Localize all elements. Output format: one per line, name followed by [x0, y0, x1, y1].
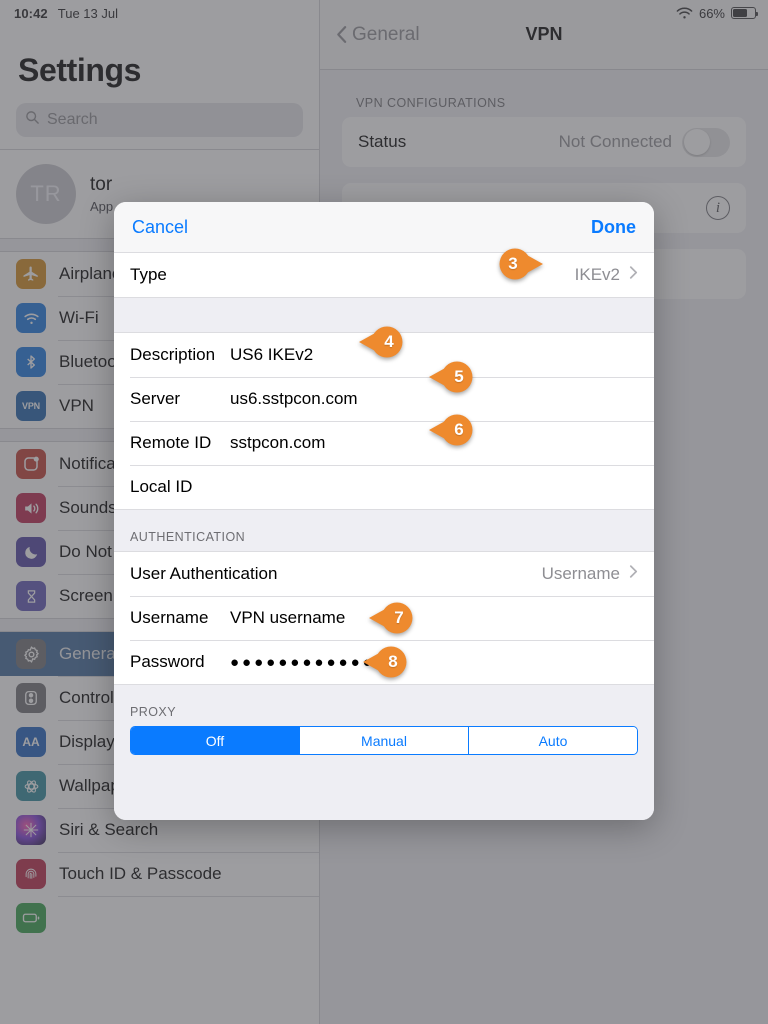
callout-arrow-left: [429, 361, 473, 393]
callout-number: 3: [508, 254, 518, 273]
proxy-option-auto[interactable]: Auto: [468, 727, 637, 754]
proxy-segmented-wrap: Off Manual Auto: [114, 726, 654, 755]
server-row[interactable]: Server us6.sstpcon.com: [114, 377, 654, 421]
username-label: Username: [130, 608, 209, 627]
modal-header: Cancel Done: [114, 202, 654, 252]
description-value[interactable]: US6 IKEv2: [230, 345, 313, 365]
local-id-label: Local ID: [130, 477, 193, 496]
callout-arrow-left: [429, 414, 473, 446]
chevron-right-icon: [629, 564, 638, 584]
proxy-option-manual[interactable]: Manual: [299, 727, 468, 754]
remote-id-value[interactable]: sstpcon.com: [230, 433, 325, 453]
proxy-header: PROXY: [114, 685, 654, 726]
callout-arrow-left: [359, 326, 403, 358]
proxy-option-off[interactable]: Off: [131, 727, 299, 754]
callout-badge-6: 6: [428, 413, 474, 447]
callout-badge-7: 7: [368, 601, 414, 635]
user-authentication-row[interactable]: User Authentication Username: [114, 552, 654, 596]
callout-number: 4: [384, 332, 394, 351]
callout-arrow-left: [363, 646, 407, 678]
proxy-segmented-control: Off Manual Auto: [130, 726, 638, 755]
callout-arrow-right: [499, 248, 543, 280]
username-value[interactable]: VPN username: [230, 608, 345, 628]
cancel-button[interactable]: Cancel: [132, 217, 188, 238]
type-right: IKEv2: [575, 265, 638, 285]
remote-id-label: Remote ID: [130, 433, 212, 452]
callout-badge-4: 4: [358, 325, 404, 359]
type-row[interactable]: Type IKEv2: [114, 253, 654, 297]
local-id-row[interactable]: Local ID: [114, 465, 654, 509]
chevron-right-icon: [629, 265, 638, 285]
server-label: Server: [130, 389, 181, 408]
callout-number: 6: [454, 420, 464, 439]
type-label: Type: [130, 265, 167, 284]
password-label: Password: [130, 652, 205, 671]
callout-number: 8: [388, 652, 398, 671]
server-value[interactable]: us6.sstpcon.com: [230, 389, 358, 409]
type-section: Type IKEv2: [114, 252, 654, 298]
vpn-edit-modal: Cancel Done Type IKEv2 Description US6 I…: [114, 202, 654, 820]
type-value: IKEv2: [574, 265, 620, 284]
user-authentication-value: Username: [541, 564, 620, 583]
description-label: Description: [130, 345, 216, 364]
callout-badge-3: 3: [498, 247, 544, 281]
callout-arrow-left: [369, 602, 413, 634]
callout-number: 7: [394, 608, 404, 627]
callout-number: 5: [454, 367, 464, 386]
callout-badge-5: 5: [428, 360, 474, 394]
remote-id-row[interactable]: Remote ID sstpcon.com: [114, 421, 654, 465]
user-authentication-right: Username: [542, 564, 638, 584]
callout-badge-8: 8: [362, 645, 408, 679]
password-value[interactable]: ●●●●●●●●●●●●: [230, 654, 375, 671]
user-authentication-label: User Authentication: [130, 564, 278, 583]
done-button[interactable]: Done: [591, 217, 636, 238]
authentication-header: AUTHENTICATION: [114, 510, 654, 551]
